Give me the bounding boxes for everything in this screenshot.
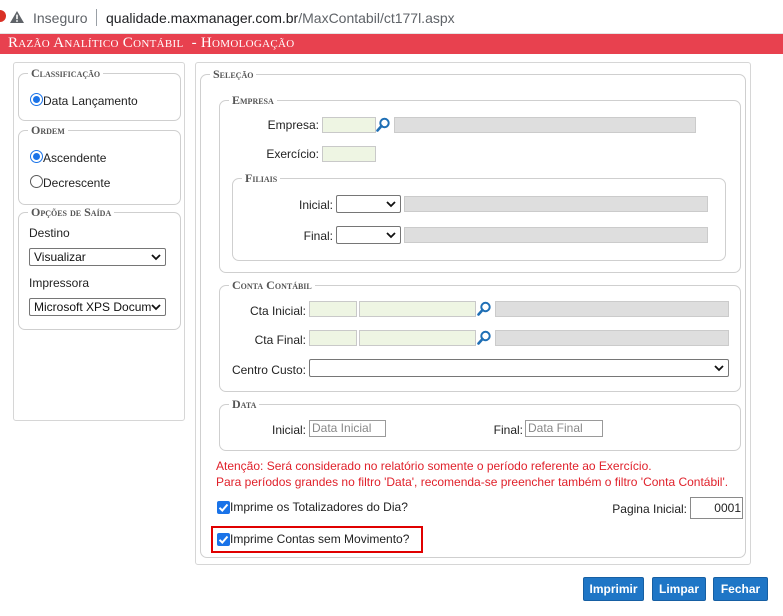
impressora-label: Impressora: [29, 276, 90, 290]
search-icon[interactable]: [477, 330, 492, 345]
pagina-inicial-label: Pagina Inicial:: [612, 502, 687, 516]
cta-final-label: Cta Final:: [254, 333, 306, 347]
radio-data-lancamento[interactable]: [30, 93, 43, 106]
address-separator: [96, 9, 97, 26]
radio-decrescente[interactable]: [30, 175, 43, 188]
data-final-input[interactable]: Data Final: [525, 420, 603, 437]
selecao-legend: Seleção: [210, 68, 257, 81]
empresa-code-input[interactable]: [322, 117, 376, 133]
chevron-down-icon: [386, 201, 396, 208]
contas-sem-movimento-checkbox[interactable]: [217, 533, 230, 546]
empresa-name-display: [394, 117, 696, 133]
totalizadores-checkbox[interactable]: [217, 501, 230, 514]
centro-custo-select[interactable]: [309, 359, 729, 377]
cta-final-code-input[interactable]: [309, 330, 357, 346]
cta-inicial-display: [495, 301, 729, 317]
filiais-group: Filiais: [232, 172, 726, 261]
chevron-down-icon: [151, 254, 161, 261]
radio-data-lancamento-label: Data Lançamento: [43, 94, 138, 108]
security-status[interactable]: Inseguro: [33, 10, 87, 26]
url-path: /MaxContabil/ct177l.aspx: [298, 10, 455, 26]
impressora-select-value: Microsoft XPS Docum: [34, 300, 152, 314]
url-host: qualidade.maxmanager.com.br: [106, 10, 299, 26]
ordem-group: Ordem: [18, 124, 181, 205]
pagina-inicial-input[interactable]: 0001: [690, 497, 743, 519]
radio-decrescente-label: Decrescente: [43, 176, 111, 190]
empresa-label: Empresa:: [267, 118, 319, 132]
data-legend: Data: [229, 398, 260, 411]
warning-data-range: Para períodos grandes no filtro 'Data', …: [216, 475, 729, 489]
filial-final-label: Final:: [303, 229, 333, 243]
record-indicator-icon: [0, 10, 6, 22]
centro-custo-label: Centro Custo:: [231, 363, 306, 377]
chevron-down-icon: [151, 302, 161, 312]
exercicio-input[interactable]: [322, 146, 376, 162]
data-inicial-input[interactable]: Data Inicial: [309, 420, 386, 437]
radio-ascendente[interactable]: [30, 150, 43, 163]
exercicio-label: Exercício:: [266, 147, 319, 161]
totalizadores-label: Imprime os Totalizadores do Dia?: [230, 500, 408, 514]
classificacao-legend: Classificação: [28, 67, 104, 80]
checkmark-icon: [218, 535, 229, 544]
cta-final-display: [495, 330, 729, 346]
warning-triangle-icon: [10, 11, 24, 23]
destino-select-value: Visualizar: [34, 250, 86, 264]
fechar-button[interactable]: Fechar: [713, 577, 768, 601]
contas-sem-movimento-label: Imprime Contas sem Movimento?: [230, 532, 410, 546]
conta-contabil-legend: Conta Contábil: [229, 279, 315, 292]
data-inicial-label: Inicial:: [271, 423, 306, 437]
data-final-label: Final:: [493, 423, 523, 437]
checkmark-icon: [218, 503, 229, 512]
filial-final-select[interactable]: [336, 226, 401, 244]
saida-legend: Opções de Saída: [28, 206, 115, 219]
chevron-down-icon: [714, 365, 724, 372]
url-field[interactable]: qualidade.maxmanager.com.br/MaxContabil/…: [106, 10, 455, 26]
destino-label: Destino: [29, 226, 70, 240]
page-title: Razão Analítico Contábil - Homologação: [8, 35, 295, 51]
ordem-legend: Ordem: [28, 124, 68, 137]
chevron-down-icon: [386, 232, 396, 239]
filial-inicial-select[interactable]: [336, 195, 401, 213]
cta-final-account-input[interactable]: [359, 330, 476, 346]
cta-inicial-account-input[interactable]: [359, 301, 476, 317]
search-icon[interactable]: [477, 301, 492, 316]
limpar-button[interactable]: Limpar: [652, 577, 706, 601]
destino-select[interactable]: Visualizar: [29, 248, 166, 266]
radio-ascendente-label: Ascendente: [43, 151, 107, 165]
cta-inicial-label: Cta Inicial:: [249, 304, 306, 318]
imprimir-button[interactable]: Imprimir: [583, 577, 644, 601]
browser-address-bar: Inseguro qualidade.maxmanager.com.br/Max…: [0, 0, 783, 34]
cta-inicial-code-input[interactable]: [309, 301, 357, 317]
page-title-bar: Razão Analítico Contábil - Homologação: [0, 34, 783, 54]
search-icon[interactable]: [376, 117, 391, 132]
empresa-legend: Empresa: [229, 94, 277, 107]
filial-inicial-label: Inicial:: [298, 198, 333, 212]
impressora-select[interactable]: Microsoft XPS Docum: [29, 298, 166, 316]
warning-exercicio: Atenção: Será considerado no relatório s…: [216, 459, 652, 473]
filial-final-display: [404, 227, 708, 243]
filial-inicial-display: [404, 196, 708, 212]
filiais-legend: Filiais: [242, 172, 281, 185]
